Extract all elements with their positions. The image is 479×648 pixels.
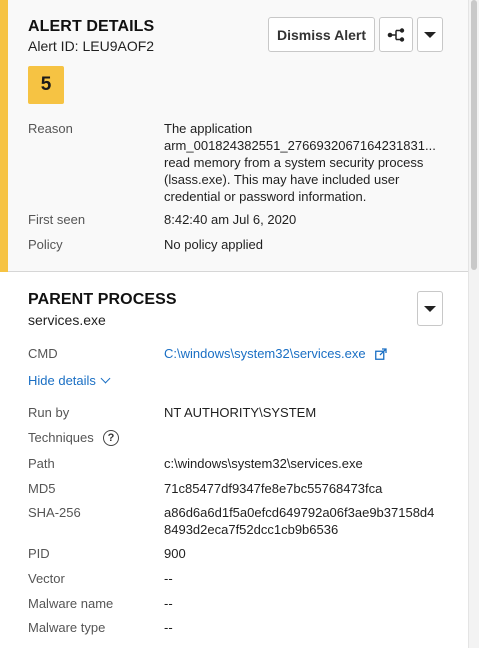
external-link-icon[interactable] [375,348,387,360]
malware-name-label: Malware name [28,596,114,611]
run-by-label: Run by [28,405,70,420]
policy-value: No policy applied [164,237,264,252]
path-value: c:\windows\system32\services.exe [164,456,363,471]
malware-name-value: -- [164,596,173,611]
reason-line: read memory from a system security proce… [164,155,424,170]
severity-score-badge: 5 [28,66,64,104]
policy-label: Policy [28,237,63,252]
reason-value: The application arm_001824382551_2766932… [164,120,444,205]
severity-stripe [0,0,8,272]
parent-process-name: services.exe [28,312,106,328]
sha256-line: 8493d2eca7f52dcc1cb9b6536 [164,522,339,537]
alert-detail-panel: ALERT DETAILS Alert ID: LEU9AOF2 Dismiss… [0,0,468,648]
alert-menu-button[interactable] [417,17,443,52]
vector-value: -- [164,571,173,586]
reason-line: arm_001824382551_2766932067164231831... [164,138,436,153]
vector-label: Vector [28,571,65,586]
caret-down-icon [424,31,436,38]
hide-details-label[interactable]: Hide details [28,373,96,388]
run-by-value: NT AUTHORITY\SYSTEM [164,405,317,420]
question-circle-icon[interactable]: ? [103,430,119,446]
reason-label: Reason [28,121,73,136]
alert-details-title: ALERT DETAILS [28,18,155,35]
pid-value: 900 [164,546,186,561]
path-label: Path [28,456,55,471]
scrollbar-thumb[interactable] [471,0,477,270]
chevron-down-icon [100,373,111,384]
reason-line: (lsass.exe). This may have included user [164,172,400,187]
vertical-scrollbar[interactable] [468,0,479,648]
md5-value: 71c85477df9347fe8e7bc55768473fca [164,481,383,496]
dismiss-alert-button[interactable]: Dismiss Alert [268,17,375,52]
share-nodes-icon [387,27,405,42]
techniques-label: Techniques [28,430,94,445]
alert-id: Alert ID: LEU9AOF2 [28,38,155,54]
pid-label: PID [28,546,50,561]
caret-down-icon [424,305,436,312]
hide-details-toggle[interactable]: Hide details [28,373,111,388]
sha256-line: a86d6a6d1f5a0efcd649792a06f3ae9b37158d4 [164,505,435,520]
malware-type-value: -- [164,620,173,635]
md5-label: MD5 [28,481,56,496]
cmd-label: CMD [28,346,58,361]
reason-line: The application [164,121,253,136]
cmd-value[interactable]: C:\windows\system32\services.exe [164,345,387,362]
share-button[interactable] [379,17,413,52]
sha256-value: a86d6a6d1f5a0efcd649792a06f3ae9b37158d4 … [164,504,449,538]
parent-process-menu-button[interactable] [417,291,443,326]
first-seen-value: 8:42:40 am Jul 6, 2020 [164,212,297,227]
malware-type-label: Malware type [28,620,106,635]
parent-process-title: PARENT PROCESS [28,291,177,308]
first-seen-label: First seen [28,212,86,227]
sha256-label: SHA-256 [28,505,81,520]
cmd-link[interactable]: C:\windows\system32\services.exe [164,346,366,361]
reason-line: credential or password information. [164,189,367,204]
alert-details-section: ALERT DETAILS Alert ID: LEU9AOF2 Dismiss… [0,0,468,272]
